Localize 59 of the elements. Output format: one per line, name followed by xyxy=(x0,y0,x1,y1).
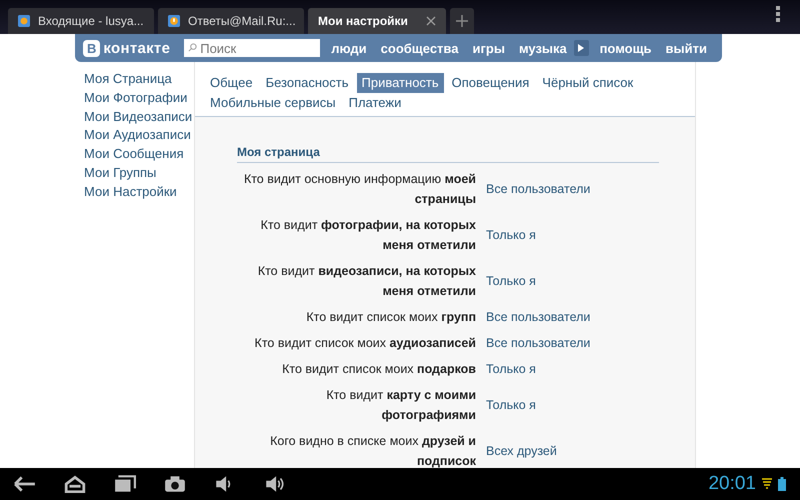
nav-link[interactable]: люди xyxy=(324,40,374,56)
recent-apps-icon[interactable] xyxy=(114,475,136,493)
privacy-value-link[interactable]: Все пользователи xyxy=(486,182,590,196)
browser-tab[interactable]: Входящие - lusya... xyxy=(8,8,154,34)
settings-tab[interactable]: Оповещения xyxy=(446,73,534,93)
browser-tab[interactable]: Ответы@Mail.Ru:... xyxy=(158,8,304,34)
volume-up-icon[interactable] xyxy=(264,475,286,493)
privacy-question: Кто видит список моих групп xyxy=(305,309,476,326)
privacy-question: Кто видит список моих подарков xyxy=(281,361,476,378)
settings-tab[interactable]: Чёрный список xyxy=(537,73,638,93)
nav-link[interactable]: музыка xyxy=(512,40,574,56)
privacy-value-link[interactable]: Всех друзей xyxy=(486,444,557,458)
privacy-question: Кто видит карту с моими фотографиями xyxy=(325,387,476,424)
mail-favicon-icon xyxy=(18,15,30,27)
privacy-value-link[interactable]: Только я xyxy=(486,398,536,412)
nav-link[interactable]: помощь xyxy=(592,40,659,56)
nav-link[interactable]: сообщества xyxy=(374,40,466,56)
privacy-question: Кого видно в списке моих друзей и подписок xyxy=(269,433,476,468)
privacy-value-link[interactable]: Все пользователи xyxy=(486,310,590,324)
browser-tab[interactable]: Мои настройки xyxy=(308,8,446,34)
section-title: Моя страница xyxy=(237,145,659,163)
privacy-value-link[interactable]: Все пользователи xyxy=(486,336,590,350)
camera-icon[interactable] xyxy=(164,475,186,493)
close-icon[interactable] xyxy=(426,16,436,26)
privacy-value-link[interactable]: Только я xyxy=(486,274,536,288)
privacy-question: Кто видит основную информацию моей страницы xyxy=(242,171,476,208)
sidebar-item[interactable]: Мои Видеозаписи xyxy=(84,108,192,126)
privacy-question: Кто видит фотографии, на которых меня отметили xyxy=(260,217,476,254)
overflow-menu-icon[interactable] xyxy=(776,6,780,22)
sidebar-item[interactable]: Мои Сообщения xyxy=(84,145,184,164)
privacy-question: Кто видит видеозаписи, на которых меня отметили xyxy=(256,263,476,300)
settings-tab[interactable]: Безопасность xyxy=(260,73,354,93)
sidebar-item[interactable]: Моя Страница xyxy=(84,70,172,89)
sidebar-item[interactable]: Мои Фотографии xyxy=(84,88,188,108)
nav-link[interactable]: выйти xyxy=(658,40,714,56)
battery-icon xyxy=(778,477,786,491)
new-tab-button[interactable] xyxy=(450,8,474,34)
wifi-icon xyxy=(762,478,772,490)
home-icon[interactable] xyxy=(64,475,86,493)
settings-tab[interactable]: Приватность xyxy=(356,73,444,93)
privacy-question: Кто видит список моих аудиозаписей xyxy=(254,335,476,352)
back-icon[interactable] xyxy=(14,475,36,493)
site-logo[interactable]: В контакте xyxy=(83,40,170,56)
privacy-value-link[interactable]: Только я xyxy=(486,228,536,242)
privacy-value-link[interactable]: Только я xyxy=(486,362,536,376)
question-favicon-icon xyxy=(168,15,180,27)
clock: 20:01 xyxy=(708,473,756,495)
sidebar-item[interactable]: Мои Настройки xyxy=(84,182,177,202)
search-field[interactable]: Поиск xyxy=(184,39,320,57)
sidebar-item[interactable]: Мои Группы xyxy=(84,164,156,183)
settings-tab[interactable]: Мобильные сервисы xyxy=(205,93,341,113)
play-button[interactable] xyxy=(574,40,589,56)
sidebar-item[interactable]: Мои Аудиозаписи xyxy=(84,126,191,146)
settings-tab[interactable]: Платежи xyxy=(344,93,406,113)
plus-icon xyxy=(456,15,468,27)
search-icon xyxy=(188,43,198,52)
nav-link[interactable]: игры xyxy=(465,40,512,56)
play-icon xyxy=(578,44,584,52)
settings-tab[interactable]: Общее xyxy=(205,73,258,93)
